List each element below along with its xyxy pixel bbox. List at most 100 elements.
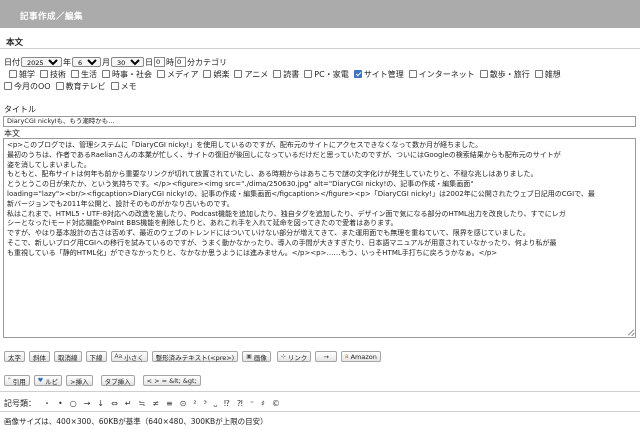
insert-tab-button[interactable]: タブ挿入 — [100, 375, 135, 386]
category-item-site-admin[interactable]: サイト管理 — [353, 69, 404, 80]
symbol-button[interactable]: ⎵ — [214, 398, 217, 408]
symbol-button[interactable]: • — [58, 399, 63, 408]
arrow-button[interactable]: → — [315, 351, 337, 362]
category-item[interactable]: 教育テレビ — [55, 81, 106, 92]
symbol-button[interactable]: ⇔ — [111, 399, 118, 408]
month-unit: 月 — [102, 57, 110, 67]
symbol-button[interactable]: © — [272, 399, 280, 408]
body-line: もともと、配布サイトは何年も前から重要なリンクが切れて放置されていたし、ある時期… — [7, 170, 538, 179]
symbols-label: 記号類： — [4, 398, 36, 408]
symbol-button[interactable]: ○ — [70, 399, 77, 408]
image-size-note: 画像サイズは、400×300、60KBが基準（640×480、300KBが上限の… — [4, 417, 268, 426]
category-item[interactable]: 今月のOO — [4, 81, 51, 92]
link-button[interactable]: ⊹ リンク — [276, 351, 312, 362]
day-unit: 日 — [145, 57, 153, 67]
insert-gt-button[interactable]: >挿入 — [66, 375, 93, 386]
category-item[interactable]: 生活 — [71, 69, 97, 80]
amazon-icon: a — [344, 353, 349, 360]
category-item[interactable]: 技術 — [40, 69, 66, 80]
image-button[interactable]: ▣ 画像 — [242, 351, 271, 362]
symbol-button[interactable]: ≒ — [139, 399, 146, 408]
symbol-button[interactable]: ⁼ — [250, 399, 254, 408]
symbol-button[interactable]: ↵ — [125, 399, 132, 408]
category-item[interactable]: アニメ — [234, 69, 268, 80]
body-line: シーとなったiモード対応機能やPaint BBS機能を削除したりと、あれこれ手を… — [7, 219, 398, 228]
divider — [0, 391, 640, 392]
checkbox[interactable] — [4, 82, 12, 90]
checkbox[interactable] — [55, 82, 64, 90]
format-toolbar: 太字 斜体 取消線 下線 Aa 小さく 整形済みテキスト(<pre>) ▣ 画像 ⊹… — [4, 351, 385, 362]
category-item[interactable]: メディア — [157, 69, 198, 80]
category-item[interactable]: PC・家電 — [304, 69, 349, 80]
symbol-button[interactable]: ↓ — [97, 399, 104, 408]
checkbox[interactable] — [273, 70, 282, 78]
symbol-button[interactable]: ≠ — [152, 399, 159, 408]
insert-toolbar: " 引用 ♥ ルビ >挿入 タブ挿入 < > = &lt; &gt; — [4, 375, 205, 386]
day-select[interactable]: 30 — [111, 57, 144, 67]
hour-unit: 時 — [166, 57, 174, 67]
category-item[interactable]: インターネット — [408, 69, 475, 80]
category-item[interactable]: メモ — [110, 81, 137, 92]
checkbox[interactable] — [304, 70, 313, 78]
category-item[interactable]: 読書 — [273, 69, 299, 80]
symbol-button[interactable]: ・ — [43, 398, 51, 409]
body-line: 最初のうちは、作者であるRaelianさんの本業が忙しく、サイトの復旧が後回しに… — [7, 150, 561, 159]
date-row: 日付 2025 年 6 月 30 日 時 分 カテゴリ — [4, 56, 227, 68]
resize-grip-icon[interactable] — [627, 329, 634, 336]
checkbox-checked[interactable] — [353, 70, 362, 78]
italic-button[interactable]: 斜体 — [29, 351, 50, 362]
symbol-button[interactable]: ² — [193, 399, 196, 408]
checkbox[interactable] — [102, 70, 110, 78]
checkbox[interactable] — [110, 82, 119, 90]
symbol-button[interactable]: ⁈ — [237, 399, 243, 408]
checkbox[interactable] — [9, 70, 17, 78]
body-line: 新バージョンでも2011年公開と、設計そのものがかなり古いものです。 — [7, 199, 234, 208]
body-line: 姿を消してしまいました。 — [7, 160, 91, 169]
category-item[interactable]: 娯楽 — [203, 69, 229, 80]
title-label: タイトル — [4, 105, 36, 114]
month-select[interactable]: 6 — [72, 57, 101, 67]
category-item[interactable]: 時事・社会 — [102, 69, 152, 80]
bold-button[interactable]: 太字 — [4, 351, 25, 362]
checkbox[interactable] — [157, 70, 165, 78]
title-input[interactable]: DiaryCGI nickyIも、もう潮時かも… — [3, 116, 636, 127]
underline-button[interactable]: 下線 — [85, 351, 107, 362]
preformatted-button[interactable]: 整形済みテキスト(<pre>) — [151, 351, 239, 362]
category-item[interactable]: 散歩・旅行 — [479, 69, 530, 80]
symbol-button[interactable]: → — [84, 399, 91, 408]
symbol-button[interactable]: ≡ — [166, 399, 173, 408]
section-title: 本文 — [6, 38, 24, 48]
symbol-button[interactable]: ⊙ — [180, 399, 187, 408]
checkbox[interactable] — [71, 70, 79, 78]
body-line: とうとうこの日が来たか、という気持ちです。</p><figure><img sr… — [7, 180, 474, 189]
minute-input[interactable] — [175, 57, 186, 67]
checkbox[interactable] — [534, 70, 543, 78]
body-line: も重視している「静的HTML化」ができなかったりと、なかなか思うようには進みませ… — [7, 248, 498, 257]
checkbox[interactable] — [40, 70, 48, 78]
quote-button[interactable]: " 引用 — [4, 375, 30, 386]
checkbox[interactable] — [408, 70, 417, 78]
escape-entities-button[interactable]: < > = &lt; &gt; — [142, 375, 201, 386]
category-item[interactable]: 雑想 — [534, 69, 561, 80]
checkbox[interactable] — [479, 70, 488, 78]
body-line: 私はこれまで、HTML5・UTF-8対応への改造を施したり、Podcast機能を… — [7, 209, 566, 218]
checkbox[interactable] — [234, 70, 243, 78]
small-text-button[interactable]: Aa 小さく — [110, 351, 148, 362]
hour-input[interactable] — [154, 57, 165, 67]
body-line: そこで、新しいブログ用CGIへの移行を試みているのですが、うまく動かなかったり、… — [7, 238, 557, 247]
ruby-button[interactable]: ♥ ルビ — [33, 375, 63, 386]
symbol-button[interactable]: ³ — [204, 399, 207, 408]
category-row-2: 今月のOO 教育テレビ メモ — [4, 80, 636, 92]
strikethrough-button[interactable]: 取消線 — [54, 351, 82, 362]
section-divider — [0, 48, 640, 49]
body-textarea[interactable]: <p>このブログでは、管理システムに「DiaryCGI nicky!」を使用して… — [3, 138, 636, 338]
symbol-button[interactable]: ⁉ — [224, 399, 230, 408]
symbol-button[interactable]: ♯ — [261, 399, 265, 408]
checkbox[interactable] — [203, 70, 212, 78]
year-select[interactable]: 2025 — [21, 57, 62, 67]
heart-icon: ♥ — [37, 377, 44, 384]
date-label: 日付 — [4, 57, 20, 67]
link-icon: ⊹ — [280, 353, 286, 360]
amazon-button[interactable]: a Amazon — [340, 351, 381, 362]
category-item[interactable]: 雑学 — [9, 69, 35, 80]
